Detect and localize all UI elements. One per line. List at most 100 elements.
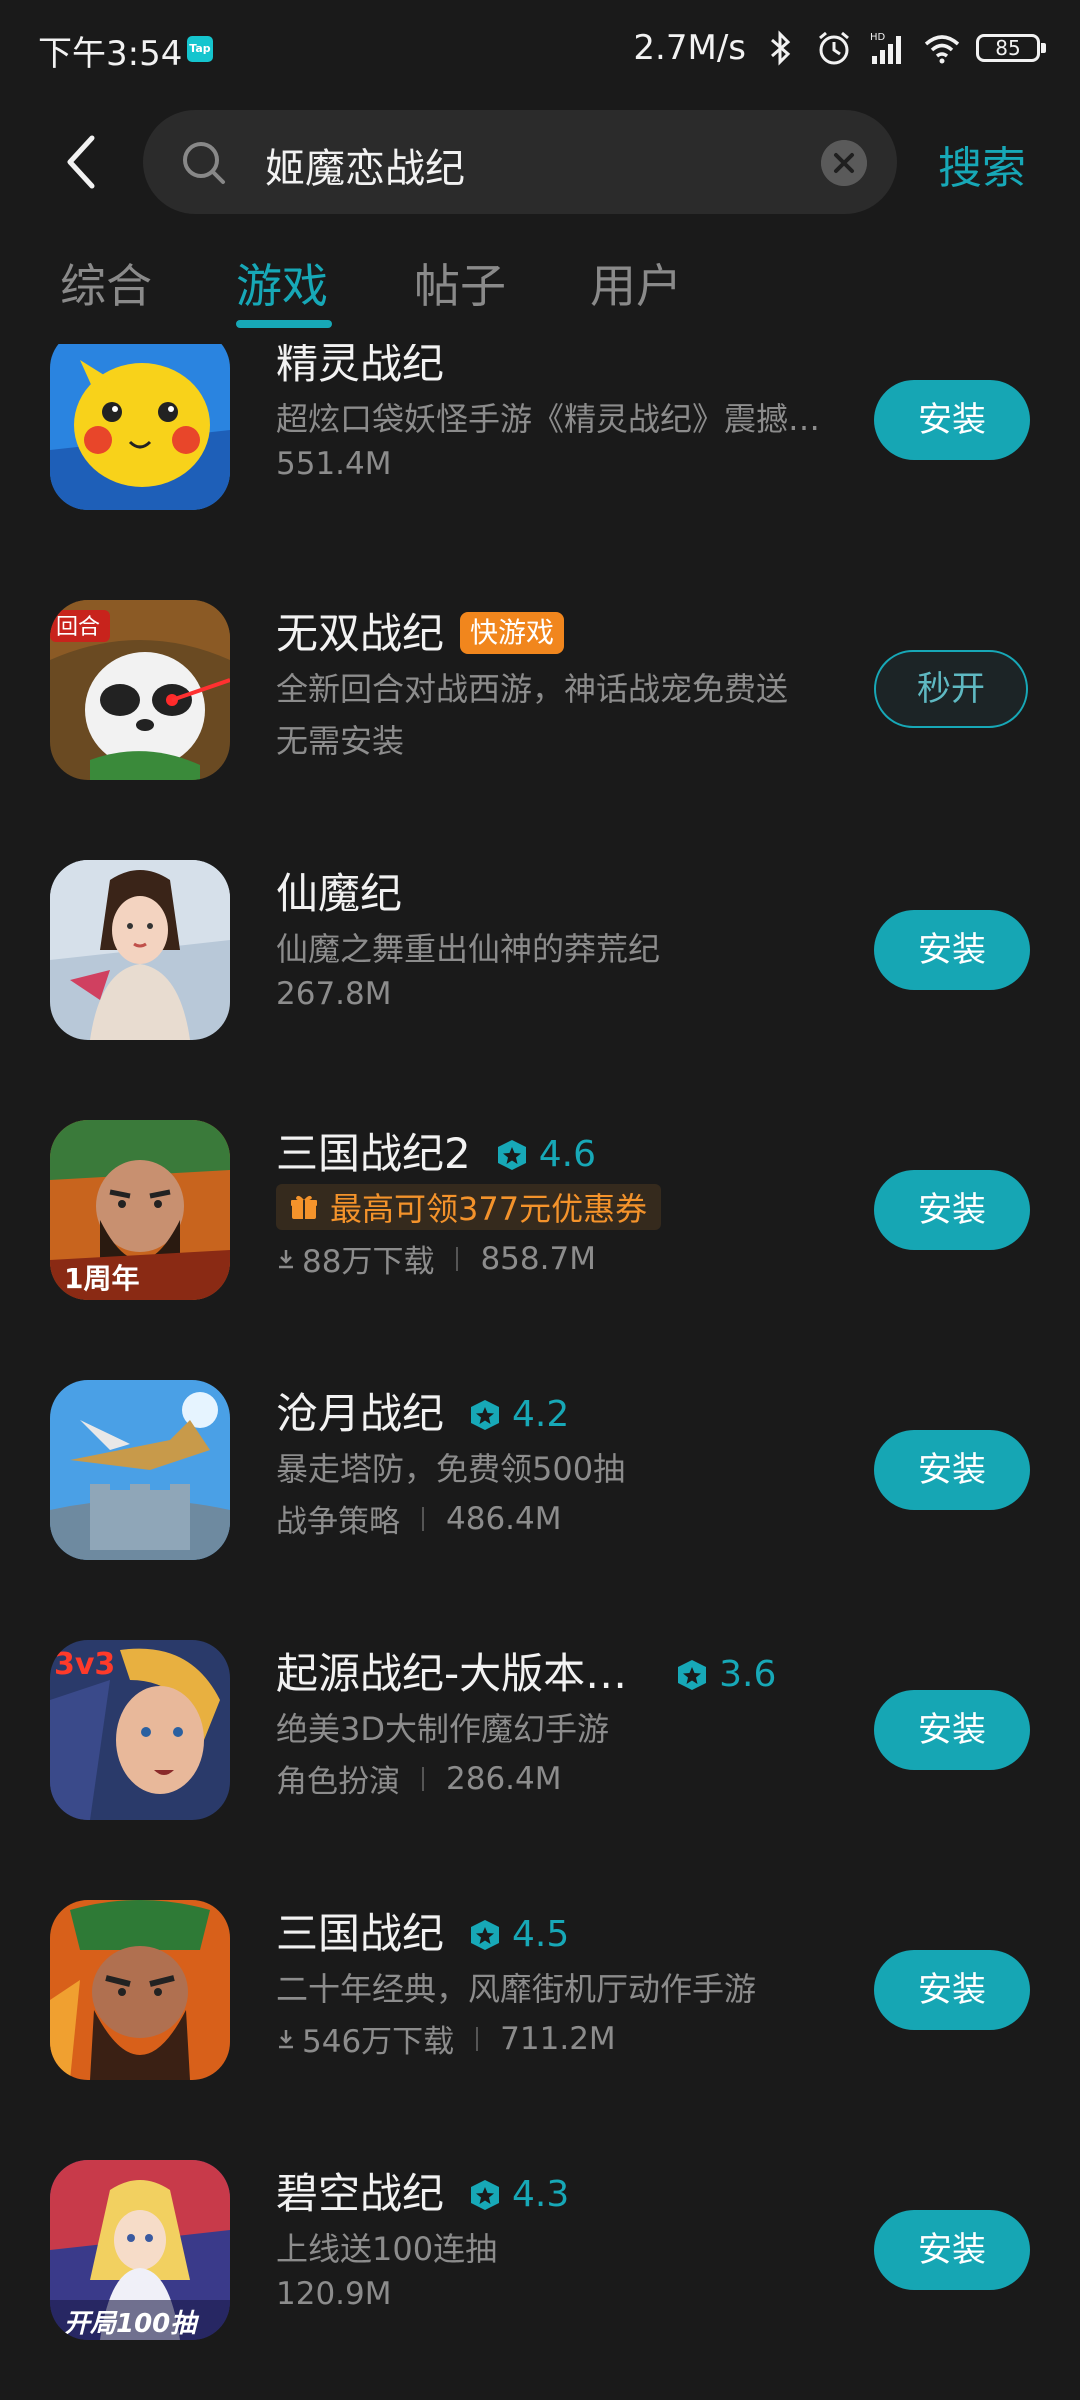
app-name[interactable]: 仙魔纪 (276, 860, 402, 921)
status-bar: 下午3:54 Tap 2.7M/s HD 85 (0, 0, 1080, 100)
app-icon-wushuang[interactable]: 回合 (50, 600, 230, 780)
rating-shield-icon (497, 1139, 526, 1170)
app-name-text[interactable]: 三国战纪 (276, 1909, 444, 1958)
app-name[interactable]: 精灵战纪 (276, 344, 444, 391)
status-time: 下午3:54 (38, 34, 183, 74)
rating-shield-icon (678, 1659, 707, 1690)
tab-users[interactable]: 用户 (590, 250, 682, 316)
back-arrow-icon[interactable] (58, 132, 106, 192)
app-size: 120.9M (276, 2276, 392, 2312)
rating-value: 4.6 (538, 1134, 596, 1175)
app-size: 286.4M (446, 1760, 562, 1797)
svg-text:开局100抽: 开局100抽 (64, 2309, 200, 2339)
clear-search-icon[interactable] (821, 140, 867, 186)
rating-value: 4.5 (512, 1914, 570, 1955)
app-name[interactable]: 三国战纪 4.5 (276, 1900, 569, 1961)
app-name[interactable]: 三国战纪2 4.6 (276, 1120, 596, 1181)
app-meta: 角色扮演 286.4M (276, 1756, 562, 1801)
app-name[interactable]: 碧空战纪 4.3 (276, 2160, 569, 2221)
app-meta: 88万下载 858.7M (276, 1236, 596, 1281)
rating: 4.6 (495, 1134, 596, 1175)
app-note: 无需安装 (276, 722, 405, 760)
download-icon (279, 1249, 293, 1268)
app-name-text[interactable]: 沧月战纪 (276, 1389, 444, 1438)
app-meta: 战争策略 486.4M (276, 1496, 562, 1541)
rating-shield-icon (471, 2179, 500, 2210)
svg-text:HD: HD (870, 32, 886, 43)
app-meta: 546万下载 711.2M (276, 2016, 616, 2061)
app-name[interactable]: 起源战纪-大版本… 3.6 (276, 1640, 776, 1701)
app-description: 绝美3D大制作魔幻手游 (276, 1710, 610, 1748)
tab-posts[interactable]: 帖子 (414, 250, 506, 316)
app-size: 486.4M (446, 1500, 562, 1537)
download-count: 88万下载 (302, 1244, 435, 1280)
rating-shield-icon (471, 1919, 500, 1950)
svg-text:3v3: 3v3 (54, 1647, 115, 1682)
app-name-text[interactable]: 三国战纪2 (276, 1129, 471, 1178)
app-description: 暴走塔防，免费领500抽 (276, 1450, 626, 1488)
app-size: 711.2M (500, 2020, 616, 2057)
alarm-icon (819, 31, 849, 65)
app-icon-sanguo2[interactable]: 1周年 (50, 1120, 230, 1300)
search-icon (183, 142, 225, 184)
install-button[interactable]: 安装 (874, 1170, 1030, 1250)
rating-shield-icon (471, 1399, 500, 1430)
install-button[interactable]: 安装 (874, 1950, 1030, 2030)
app-name-text[interactable]: 无双战纪 (276, 609, 444, 658)
app-name-text[interactable]: 起源战纪-大版本… (276, 1649, 627, 1698)
app-name[interactable]: 无双战纪 快游戏 (276, 600, 565, 661)
gift-icon (291, 1195, 317, 1219)
battery-indicator: 85 (976, 34, 1046, 62)
bluetooth-icon (771, 30, 791, 66)
app-icon-qiyuan[interactable]: 3v3 (50, 1640, 230, 1820)
install-button[interactable]: 安装 (874, 2210, 1030, 2290)
app-description: 超炫口袋妖怪手游《精灵战纪》震撼… (276, 400, 821, 438)
app-name-text[interactable]: 碧空战纪 (276, 2169, 444, 2218)
install-button[interactable]: 安装 (874, 380, 1030, 460)
rating-value: 4.2 (512, 1394, 570, 1435)
install-button[interactable]: 安装 (874, 1430, 1030, 1510)
app-category: 角色扮演 (276, 1764, 400, 1800)
search-query-text[interactable]: 姬魔恋战纪 (265, 136, 465, 194)
list-item[interactable]: 3v3 起源战纪-大版本… 3.6 绝美3D大制作魔幻手游 角色扮演 286.4M … (0, 1640, 1080, 1900)
app-icon-xianmo[interactable] (50, 860, 230, 1040)
network-speed: 2.7M/s (633, 28, 746, 68)
app-icon-bikong[interactable]: 开局100抽 (50, 2160, 230, 2340)
tab-games[interactable]: 游戏 (236, 250, 328, 316)
list-item[interactable]: 仙魔纪 仙魔之舞重出仙神的莽荒纪 267.8M 安装 (0, 860, 1080, 1120)
app-icon-sanguo[interactable] (50, 1900, 230, 2080)
list-item[interactable]: 开局100抽 碧空战纪 4.3 上线送100连抽 120.9M 安装 (0, 2160, 1080, 2400)
app-meta: 267.8M (276, 976, 392, 1012)
rating: 4.2 (468, 1394, 569, 1435)
instant-open-button[interactable]: 秒开 (874, 650, 1028, 728)
result-tabs: 综合 游戏 帖子 用户 (0, 250, 1080, 340)
rating: 4.3 (468, 2174, 569, 2215)
list-item[interactable]: 三国战纪 4.5 二十年经典，风靡街机厅动作手游 546万下载 711.2M 安装 (0, 1900, 1080, 2160)
app-description: 仙魔之舞重出仙神的莽荒纪 (276, 930, 661, 968)
meta-separator (422, 1506, 424, 1531)
taptap-notification-icon: Tap (187, 36, 213, 62)
app-size: 267.8M (276, 976, 392, 1012)
meta-separator (456, 1246, 459, 1271)
app-meta: 120.9M (276, 2276, 392, 2312)
search-button[interactable]: 搜索 (938, 132, 1026, 196)
game-results-list: 精灵战纪 超炫口袋妖怪手游《精灵战纪》震撼… 551.4M 安装 回合 无双战纪… (0, 344, 1080, 2400)
rating: 4.5 (468, 1914, 569, 1955)
search-input[interactable]: 姬魔恋战纪 (143, 110, 897, 214)
tab-all[interactable]: 综合 (60, 250, 152, 316)
list-item[interactable]: 回合 无双战纪 快游戏 全新回合对战西游，神话战宠免费送 无需安装 秒开 (0, 600, 1080, 860)
coupon-banner[interactable]: 最高可领377元优惠券 (276, 1184, 662, 1230)
active-tab-indicator (236, 320, 332, 328)
install-button[interactable]: 安装 (874, 1690, 1030, 1770)
app-name[interactable]: 沧月战纪 4.2 (276, 1380, 569, 1441)
install-button[interactable]: 安装 (874, 910, 1030, 990)
list-item[interactable]: 精灵战纪 超炫口袋妖怪手游《精灵战纪》震撼… 551.4M 安装 (0, 344, 1080, 590)
wifi-icon (924, 35, 960, 64)
app-icon-cangyue[interactable] (50, 1380, 230, 1560)
app-icon-jingling[interactable] (50, 344, 230, 510)
app-description: 上线送100连抽 (276, 2230, 498, 2268)
svg-text:回合: 回合 (56, 615, 100, 640)
app-size: 858.7M (480, 1240, 596, 1277)
list-item[interactable]: 沧月战纪 4.2 暴走塔防，免费领500抽 战争策略 486.4M 安装 (0, 1380, 1080, 1640)
list-item[interactable]: 1周年 三国战纪2 4.6 最高可领377元优惠券 88万下载 858.7M 安装 (0, 1120, 1080, 1380)
